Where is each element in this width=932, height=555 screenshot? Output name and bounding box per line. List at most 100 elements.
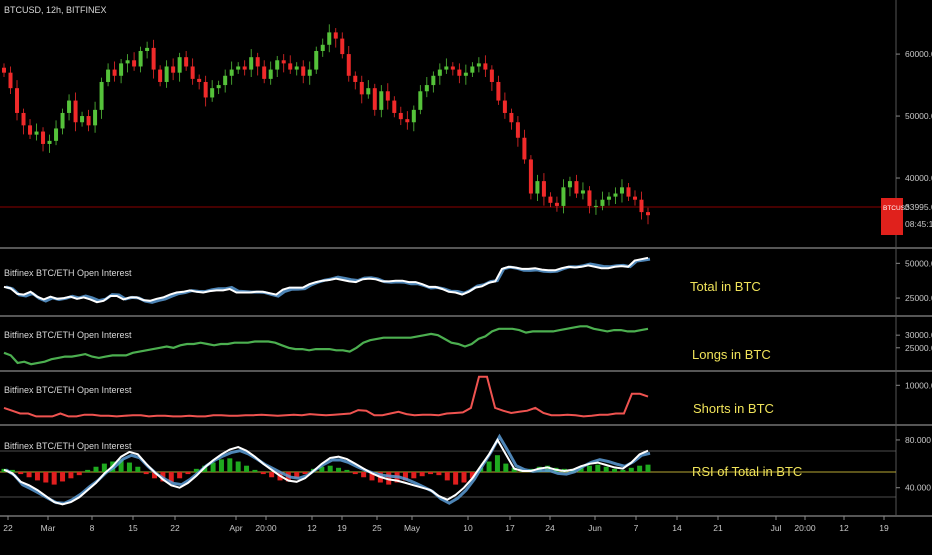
rsi-annotation: RSI of Total in BTC (692, 464, 802, 479)
x-tick-label: 17 (505, 523, 515, 533)
candle-body (158, 69, 163, 82)
candle-body (600, 199, 605, 206)
rsi-hist-bar (185, 472, 191, 475)
total-tick-label: 25000.000 (905, 293, 932, 303)
candle-body (327, 32, 332, 45)
candle-body (255, 57, 260, 67)
rsi-pane-title: Bitfinex BTC/ETH Open Interest (4, 441, 132, 451)
total-pane-title: Bitfinex BTC/ETH Open Interest (4, 268, 132, 278)
rsi-hist-bar (453, 472, 459, 485)
chart-workspace[interactable]: BTCUSD, 12h, BITFINEX 60000.0 50000.0 4000… (0, 0, 932, 550)
rsi-hist-bar (218, 459, 224, 472)
candle-body (145, 47, 150, 51)
rsi-hist-bar (344, 469, 350, 472)
rsi-hist-bar (252, 469, 258, 472)
rsi-hist-bar (126, 462, 132, 472)
candle-body (151, 47, 156, 70)
x-tick-label: 21 (713, 523, 723, 533)
candle-body (314, 50, 319, 70)
candle-body (405, 119, 410, 123)
candle-body (353, 75, 358, 82)
candle-body (112, 69, 117, 76)
candle-body (385, 91, 390, 101)
rsi-hist-bar (461, 472, 467, 483)
rsi-hist-bar (336, 467, 342, 472)
rsi-hist-bar (628, 467, 634, 472)
shorts-pane-title: Bitfinex BTC/ETH Open Interest (4, 385, 132, 395)
candle-body (450, 66, 455, 70)
candle-body (632, 196, 637, 200)
rsi-hist-bar (34, 472, 40, 481)
candle-body (418, 91, 423, 110)
candle-body (223, 75, 228, 86)
candle-body (138, 50, 143, 67)
candle-body (15, 88, 20, 113)
candle-body (275, 60, 280, 70)
candle-body (301, 66, 306, 76)
x-tick-label: 10 (463, 523, 473, 533)
x-tick-label: 12 (307, 523, 317, 533)
x-tick-label: 8 (90, 523, 95, 533)
candle-body (190, 66, 195, 79)
rsi-hist-bar (411, 472, 417, 479)
candle-body (444, 66, 449, 70)
candle-body (203, 81, 208, 98)
candle-body (164, 66, 169, 82)
rsi-hist-bar (85, 469, 91, 472)
candle-body (80, 116, 85, 123)
chart-canvas[interactable]: BTCUSD, 12h, BITFINEX 60000.0 50000.0 4000… (0, 0, 932, 550)
total-tick-label: 50000.000 (905, 258, 932, 268)
candle-body (522, 137, 527, 160)
x-tick-label: May (404, 523, 421, 533)
candle-body (431, 75, 436, 86)
candle-body (294, 66, 299, 70)
x-tick-label: 20:00 (794, 523, 816, 533)
rsi-hist-bar (76, 472, 82, 476)
candle-body (288, 63, 293, 70)
x-tick-label: Jul (771, 523, 782, 533)
candle-body (548, 196, 553, 203)
candle-body (535, 181, 540, 194)
x-tick-label: 14 (672, 523, 682, 533)
candle-body (34, 131, 39, 135)
rsi-hist-bar (419, 472, 425, 477)
rsi-tick-label: 80.000 (905, 435, 931, 445)
rsi-hist-bar (260, 472, 266, 475)
candle-body (60, 112, 65, 129)
candle-body (619, 187, 624, 194)
price-tag-value: 33995.0 (905, 202, 932, 212)
total-annotation: Total in BTC (690, 279, 761, 294)
rsi-hist-bar (436, 472, 442, 476)
chart-title: BTCUSD, 12h, BITFINEX (4, 5, 107, 15)
candle-body (496, 81, 501, 101)
candle-body (593, 205, 598, 207)
candle-body (125, 60, 130, 64)
candle-body (86, 116, 91, 126)
candle-body (340, 38, 345, 55)
candle-body (236, 66, 241, 70)
candle-body (561, 187, 566, 206)
rsi-hist-bar (143, 472, 149, 475)
candle-body (502, 100, 507, 113)
candle-body (483, 63, 488, 70)
x-tick-label: Mar (41, 523, 56, 533)
candle-body (281, 60, 286, 64)
candle-body (346, 54, 351, 76)
candle-body (437, 69, 442, 76)
x-tick-label: 20:00 (255, 523, 277, 533)
rsi-hist-bar (620, 469, 626, 472)
candle-body (106, 69, 111, 82)
candle-body (216, 85, 221, 89)
rsi-hist-bar (227, 458, 233, 472)
candle-body (554, 202, 559, 206)
rsi-hist-bar (586, 465, 592, 472)
longs-annotation: Longs in BTC (692, 347, 771, 362)
x-tick-label: 19 (879, 523, 889, 533)
x-tick-label: Apr (229, 523, 242, 533)
longs-tick-label: 25000.000 (905, 343, 932, 353)
candle-body (613, 193, 618, 197)
rsi-hist-bar (637, 465, 643, 472)
candle-body (242, 66, 247, 70)
candle-body (268, 69, 273, 79)
rsi-hist-bar (18, 472, 24, 475)
